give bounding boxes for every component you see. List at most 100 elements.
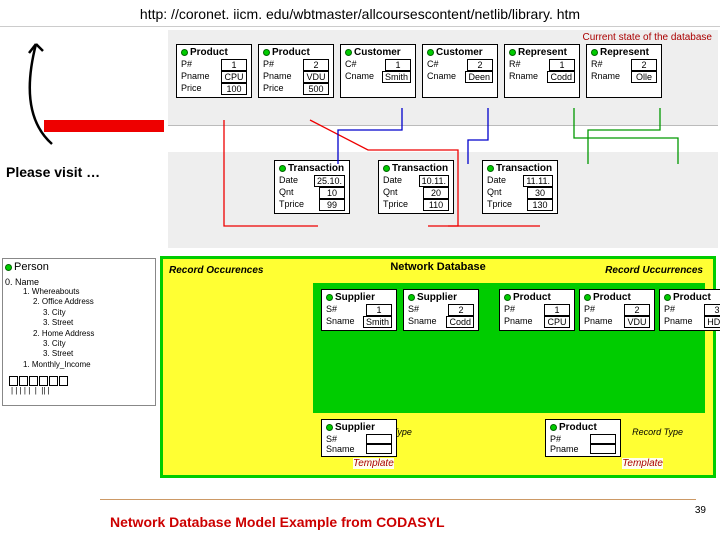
card-value: 20 [423,187,449,199]
card-dot-icon [326,424,333,431]
person-item: 3. City [13,308,153,318]
card-dot-icon [345,49,352,56]
card-row: Sname [326,444,392,454]
card-key: C# [345,59,357,71]
supplier-card-1: SupplierS#2SnameCodd [403,289,479,331]
network-db-region: Network Database Record Occurences Recor… [160,256,716,478]
card-row: Tprice130 [487,199,553,211]
person-box: Person 0. Name 1. Whereabouts2. Office A… [2,258,156,406]
card-key: Tprice [279,199,304,211]
card-title: Product [673,292,711,303]
transaction-card-0: TransactionDate25.10.Qnt10Tprice99 [274,160,350,214]
card-key: P# [504,304,515,316]
card-key: S# [326,304,337,316]
card-value: Smith [363,316,392,328]
card-dot-icon [383,165,390,172]
card-row: S#1 [326,304,392,316]
top-row: ProductP#1PnameCPUPrice100ProductP#2Pnam… [176,44,662,98]
product-card-0: ProductP#1PnameCPU [499,289,575,331]
person-item: 3. Street [13,349,153,359]
card-key: S# [326,434,337,444]
arrow-icon [12,36,64,146]
card-key: Rname [509,71,538,83]
card-value: 30 [527,187,553,199]
card-dot-icon [487,165,494,172]
card-value: Codd [547,71,575,83]
card-value: 2 [467,59,493,71]
card-value: HDD [704,316,720,328]
card-value [366,444,392,454]
card-row: CnameDeen [427,71,493,83]
card-key: P# [584,304,595,316]
card-value [590,444,616,454]
top-card-4: RepresentR#1RnameCodd [504,44,580,98]
card-value: Olle [631,71,657,83]
card-value: 25.10. [314,175,345,187]
card-key: P# [263,59,274,71]
person-item: 2. Office Address [13,297,153,307]
product-template-row: ProductP#Pname [545,419,621,457]
card-key: Cname [427,71,456,83]
card-dot-icon [263,49,270,56]
supplier-template-row: SupplierS#Sname [321,419,397,457]
card-row: P# 1 [181,59,247,71]
card-key: P# [181,59,192,71]
person-ticks: | | | | | | || | [5,386,153,395]
person-title: Person [14,261,49,273]
top-card-1: ProductP# 2PnameVDUPrice500 [258,44,334,98]
card-row: P# [550,434,616,444]
card-row: Pname [550,444,616,454]
top-card-0: ProductP#1PnameCPUPrice100 [176,44,252,98]
product-row: ProductP#1PnameCPUProductP#2PnameVDUProd… [499,289,720,331]
card-dot-icon [427,49,434,56]
card-row: S# [326,434,392,444]
card-key: Cname [345,71,374,83]
card-key: Price [181,83,202,95]
card-key: Date [383,175,402,187]
card-key: Date [279,175,298,187]
card-dot-icon [326,294,333,301]
card-row: C# 1 [345,59,411,71]
card-value: 130 [527,199,553,211]
card-row: PnameVDU [263,71,329,83]
person-item: 1. Whereabouts [13,287,153,297]
card-key: Qnt [487,187,502,199]
card-value: 10.11. [419,175,449,187]
card-value [366,434,392,444]
card-row: PnameVDU [584,316,650,328]
page-number: 39 [695,505,706,516]
card-row: P#3 [664,304,720,316]
person-boxes [5,376,153,386]
card-key: Sname [326,316,355,328]
card-value: 11.11. [523,175,553,187]
card-value: 500 [303,83,329,95]
state-label: Current state of the database [582,32,712,43]
card-dot-icon [279,165,286,172]
card-value: 110 [423,199,449,211]
card-dot-icon [181,49,188,56]
card-title: Represent [600,47,649,58]
transaction-card-2: TransactionDate11.11.Qnt30Tprice130 [482,160,558,214]
card-value: Smith [382,71,411,83]
card-row: Date11.11. [487,175,553,187]
card-row: Price500 [263,83,329,95]
card-title: Transaction [288,163,344,174]
card-key: Pname [181,71,210,83]
card-row: P# 2 [263,59,329,71]
card-row: Qnt 30 [487,187,553,199]
card-row: Qnt20 [383,187,449,199]
card-title: Product [272,47,310,58]
card-row: Tprice110 [383,199,449,211]
supplier-template-card: SupplierS#Sname [321,419,397,457]
card-row: R#2 [591,59,657,71]
card-value: 1 [385,59,411,71]
card-value [590,434,616,444]
person-dot-icon [5,264,12,271]
card-dot-icon [408,294,415,301]
card-row: RnameOlle [591,71,657,83]
card-value: 2 [624,304,650,316]
card-value: 1 [221,59,247,71]
netdb-title: Network Database [390,261,485,273]
card-value: 3 [704,304,720,316]
card-value: 2 [303,59,329,71]
